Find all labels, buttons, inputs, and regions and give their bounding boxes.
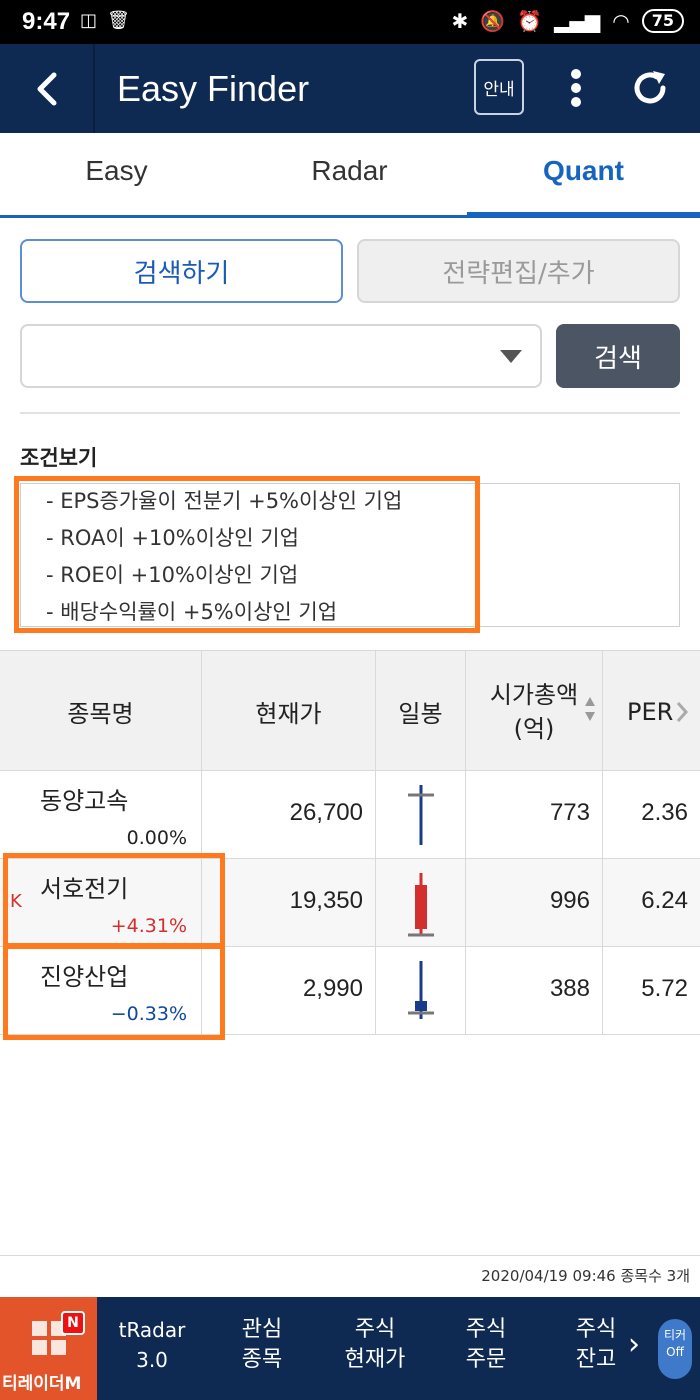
sort-icon bbox=[585, 697, 595, 721]
stock-name-cell: 동양고속 0.00% bbox=[0, 771, 202, 859]
per-value: 6.24 bbox=[641, 887, 688, 914]
per-value: 2.36 bbox=[641, 799, 688, 826]
battery-indicator: 75 bbox=[641, 9, 684, 33]
divider bbox=[20, 412, 680, 414]
more-vertical-icon bbox=[571, 69, 581, 107]
nav-item-stock-price[interactable]: 주식 현재가 bbox=[330, 1315, 420, 1375]
trash-icon: 🗑 bbox=[107, 10, 130, 31]
stock-name: 동양고속 bbox=[40, 787, 129, 815]
candle-chart bbox=[408, 873, 434, 937]
price-cell: 2,990 bbox=[202, 947, 376, 1035]
ticker-toggle[interactable]: 티커 Off bbox=[658, 1319, 692, 1379]
signal-icon: ▂▄▆ bbox=[554, 9, 601, 33]
bluetooth-icon: ✱ bbox=[451, 9, 469, 33]
search-button[interactable]: 검색 bbox=[556, 324, 680, 388]
col-header-candle: 일봉 bbox=[376, 651, 466, 772]
col-header-per[interactable]: PER bbox=[603, 651, 700, 772]
status-bar: 9:47 ◫ 🗑 ✱ 🔕 ⏰ ▂▄▆ ◠ 75 bbox=[0, 0, 700, 44]
alarm-icon: ⏰ bbox=[517, 9, 543, 33]
nav-item-line1: 주식 bbox=[575, 1317, 617, 1342]
chevron-left-icon bbox=[37, 72, 56, 105]
col-header-per-label: PER bbox=[627, 697, 674, 726]
dropdown-arrow-icon bbox=[500, 350, 522, 363]
tab-easy[interactable]: Easy bbox=[0, 155, 233, 187]
app-logo-button[interactable]: N 티레이더M bbox=[0, 1297, 97, 1400]
ticker-label: 티커 bbox=[663, 1328, 687, 1342]
mktcap-cell: 996 bbox=[466, 859, 603, 947]
wifi-icon: ◠ bbox=[612, 9, 630, 33]
mktcap-cell: 388 bbox=[466, 947, 603, 1035]
per-value: 5.72 bbox=[641, 975, 688, 1002]
mute-icon: 🔕 bbox=[480, 9, 506, 33]
search-mode-button[interactable]: 검색하기 bbox=[20, 239, 343, 303]
highlight-box-row-3 bbox=[3, 944, 225, 1040]
nav-item-line1: 관심 bbox=[241, 1317, 283, 1342]
nav-item-stock-order[interactable]: 주식 주문 bbox=[446, 1315, 526, 1375]
per-cell: 5.72 bbox=[603, 947, 700, 1035]
nav-item-stock-balance[interactable]: 주식 잔고 bbox=[556, 1315, 636, 1375]
back-button[interactable] bbox=[0, 44, 95, 133]
tab-radar[interactable]: Radar bbox=[233, 155, 466, 187]
current-price: 2,990 bbox=[302, 975, 363, 1002]
tab-quant[interactable]: Quant bbox=[467, 155, 700, 187]
active-tab-indicator bbox=[467, 212, 700, 218]
nav-item-line1: 주식 bbox=[465, 1317, 507, 1342]
refresh-icon bbox=[634, 71, 666, 104]
current-price: 26,700 bbox=[289, 799, 363, 826]
results-table-header: 종목명 현재가 일봉 시가총액 (억) PER bbox=[0, 650, 700, 772]
nav-item-line1: tRadar bbox=[118, 1318, 186, 1342]
col-header-price[interactable]: 현재가 bbox=[202, 651, 376, 772]
guide-button[interactable]: 안내 bbox=[474, 59, 524, 115]
current-price: 19,350 bbox=[289, 887, 363, 914]
nav-item-line2: 3.0 bbox=[136, 1348, 168, 1372]
stock-change-rate: 0.00% bbox=[126, 827, 187, 849]
nav-item-tradar[interactable]: tRadar 3.0 bbox=[112, 1315, 192, 1375]
strategy-edit-button[interactable]: 전략편집/추가 bbox=[357, 239, 680, 303]
price-cell: 26,700 bbox=[202, 771, 376, 859]
market-cap: 773 bbox=[549, 799, 590, 826]
highlight-box-row-2 bbox=[3, 853, 225, 948]
conditions-title: 조건보기 bbox=[20, 446, 98, 470]
app-logo-label: 티레이더M bbox=[2, 1374, 82, 1394]
highlight-box-conditions bbox=[14, 476, 480, 633]
candle-cell bbox=[376, 859, 466, 947]
table-row[interactable]: 동양고속 0.00% 26,700 773 2.36 bbox=[0, 771, 700, 859]
more-options-button[interactable] bbox=[556, 60, 596, 116]
per-cell: 6.24 bbox=[603, 859, 700, 947]
mktcap-cell: 773 bbox=[466, 771, 603, 859]
app-bar: Easy Finder 안내 bbox=[0, 44, 700, 133]
nav-item-line2: 종목 bbox=[241, 1347, 283, 1372]
scroll-right-icon bbox=[677, 701, 689, 722]
market-cap: 996 bbox=[549, 887, 590, 914]
bottom-navigation: N 티레이더M tRadar 3.0 관심 종목 주식 현재가 주식 주문 주식… bbox=[0, 1297, 700, 1400]
candle-chart bbox=[408, 785, 434, 845]
price-cell: 19,350 bbox=[202, 859, 376, 947]
ticker-state: Off bbox=[666, 1345, 684, 1359]
divider bbox=[0, 1255, 700, 1256]
app-title: Easy Finder bbox=[117, 68, 310, 109]
col-header-mktcap-line2: (억) bbox=[513, 714, 555, 743]
col-header-mktcap-line1: 시가총액 bbox=[489, 680, 579, 709]
nav-item-line2: 잔고 bbox=[575, 1347, 617, 1372]
candle-cell bbox=[376, 947, 466, 1035]
nav-item-watchlist[interactable]: 관심 종목 bbox=[222, 1315, 302, 1375]
chevron-right-icon[interactable]: › bbox=[628, 1327, 640, 1362]
candle-chart bbox=[408, 961, 434, 1019]
status-time: 9:47 bbox=[22, 8, 71, 35]
new-badge: N bbox=[61, 1311, 85, 1335]
nav-item-line2: 주문 bbox=[465, 1347, 507, 1372]
result-info: 2020/04/19 09:46 종목수 3개 bbox=[481, 1267, 690, 1285]
strategy-select[interactable] bbox=[20, 324, 542, 388]
candle-cell bbox=[376, 771, 466, 859]
nav-item-line2: 현재가 bbox=[344, 1347, 406, 1372]
notification-icon: ◫ bbox=[80, 10, 98, 31]
per-cell: 2.36 bbox=[603, 771, 700, 859]
col-header-mktcap[interactable]: 시가총액 (억) bbox=[466, 651, 603, 772]
refresh-button[interactable] bbox=[620, 58, 680, 118]
tab-bar: Easy Radar Quant bbox=[0, 133, 700, 218]
market-cap: 388 bbox=[549, 975, 590, 1002]
col-header-name[interactable]: 종목명 bbox=[0, 651, 202, 772]
nav-item-line1: 주식 bbox=[354, 1317, 396, 1342]
